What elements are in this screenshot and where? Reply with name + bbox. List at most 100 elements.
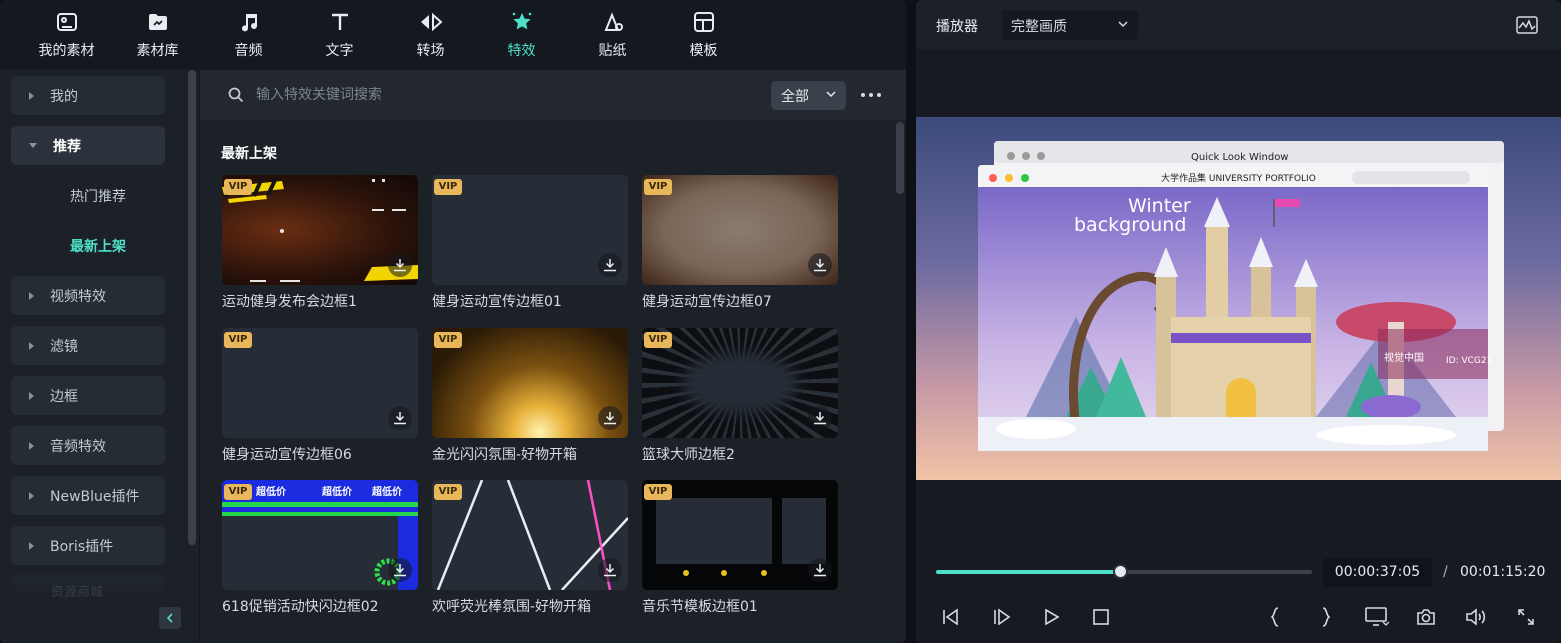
stop-button[interactable] xyxy=(1089,605,1113,629)
effect-name: 健身运动宣传边框01 xyxy=(432,294,562,310)
volume-button[interactable] xyxy=(1464,605,1488,629)
more-options-button[interactable] xyxy=(858,87,884,103)
sidebar-item-boris[interactable]: Boris插件 xyxy=(11,526,165,565)
play-button[interactable] xyxy=(1040,605,1064,629)
effect-card[interactable]: VIP 欢呼荧光棒氛围-好物开箱 xyxy=(432,480,628,616)
download-button[interactable] xyxy=(598,406,622,430)
download-button[interactable] xyxy=(388,253,412,277)
sidebar-scrollbar[interactable] xyxy=(188,70,196,545)
effect-thumbnail: VIP xyxy=(642,480,838,590)
collapse-sidebar-button[interactable] xyxy=(159,607,181,629)
tab-text[interactable]: 文字 xyxy=(294,0,385,70)
effect-card[interactable]: VIP 音乐节模板边框01 xyxy=(642,480,838,616)
tab-template[interactable]: 模板 xyxy=(658,0,749,70)
vip-badge: VIP xyxy=(224,332,252,348)
waveform-monitor-icon[interactable] xyxy=(1516,15,1538,35)
sidebar-item-video-effects[interactable]: 视频特效 xyxy=(11,276,165,315)
effect-card[interactable]: VIP 篮球大师边框2 xyxy=(642,328,838,464)
vip-badge: VIP xyxy=(644,332,672,348)
tab-library[interactable]: 素材库 xyxy=(112,0,203,70)
svg-text:超低价: 超低价 xyxy=(321,485,353,498)
preview-frame: Quick Look Window 大学作品集 UNIVERSITY PORTF… xyxy=(978,141,1504,451)
effect-card[interactable]: VIP 健身运动宣传边框07 xyxy=(642,175,838,311)
download-button[interactable] xyxy=(808,406,832,430)
effects-panel: 我的素材 素材库 音频 文字 转场 特效 贴纸 模板 我的 推荐 热门推荐 最新… xyxy=(0,0,906,643)
download-button[interactable] xyxy=(808,253,832,277)
player-panel: 播放器 完整画质 Quick Look Window 大学作品集 UNIVERS… xyxy=(916,0,1561,643)
tab-effects[interactable]: 特效 xyxy=(476,0,567,70)
download-icon xyxy=(814,412,826,425)
fullscreen-button[interactable] xyxy=(1514,605,1538,629)
svg-text:超低价: 超低价 xyxy=(255,485,287,498)
download-button[interactable] xyxy=(598,253,622,277)
tab-sticker[interactable]: 贴纸 xyxy=(567,0,658,70)
filter-value: 全部 xyxy=(781,88,809,105)
sidebar-item-recommended[interactable]: 推荐 xyxy=(11,126,165,165)
download-button[interactable] xyxy=(388,406,412,430)
next-frame-button[interactable] xyxy=(990,605,1014,629)
prev-frame-button[interactable] xyxy=(938,605,962,629)
vip-badge: VIP xyxy=(224,179,252,195)
library-icon xyxy=(148,14,167,30)
dot-icon xyxy=(869,93,873,97)
search-icon xyxy=(228,87,244,103)
filter-dropdown[interactable]: 全部 xyxy=(771,81,846,110)
top-nav: 我的素材 素材库 音频 文字 转场 特效 贴纸 模板 xyxy=(0,0,906,70)
sidebar-subitem-newest[interactable]: 最新上架 xyxy=(70,236,126,256)
effect-card[interactable]: VIP 运动健身发布会边框1 xyxy=(222,175,418,311)
download-icon xyxy=(394,412,406,425)
effect-card[interactable]: VIP 健身运动宣传边框06 xyxy=(222,328,418,464)
effect-card[interactable]: VIP 金光闪闪氛围-好物开箱 xyxy=(432,328,628,464)
sidebar-item-label: 我的 xyxy=(50,88,78,105)
chevron-down-icon xyxy=(826,91,836,98)
search-input[interactable] xyxy=(256,83,756,107)
download-icon xyxy=(394,259,406,272)
tab-transition[interactable]: 转场 xyxy=(385,0,476,70)
current-time[interactable]: 00:00:37:05 xyxy=(1323,558,1432,587)
sidebar-item-label: 滤镜 xyxy=(50,338,78,355)
content-scrollbar[interactable] xyxy=(896,122,904,194)
snapshot-button[interactable] xyxy=(1414,605,1438,629)
quality-dropdown[interactable]: 完整画质 xyxy=(1002,10,1138,40)
vip-badge: VIP xyxy=(434,332,462,348)
effect-thumbnail: VIP xyxy=(642,175,838,285)
sidebar-item-filters[interactable]: 滤镜 xyxy=(11,326,165,365)
monitor-icon xyxy=(1365,607,1389,626)
effect-name: 运动健身发布会边框1 xyxy=(222,294,357,310)
sidebar-subitem-hot[interactable]: 热门推荐 xyxy=(70,186,126,206)
timeline-scrubber[interactable] xyxy=(936,564,1312,579)
effect-thumbnail: 超低价 超低价 超低价 VIP xyxy=(222,480,418,590)
camera-icon xyxy=(1417,609,1435,625)
mark-in-button[interactable] xyxy=(1263,605,1287,629)
video-preview[interactable]: Quick Look Window 大学作品集 UNIVERSITY PORTF… xyxy=(916,117,1561,480)
section-title: 最新上架 xyxy=(221,146,277,162)
scrubber-handle[interactable] xyxy=(1113,564,1129,579)
expand-arrow-icon xyxy=(29,91,34,100)
download-button[interactable] xyxy=(388,558,412,582)
effect-card[interactable]: 超低价 超低价 超低价 VIP 618促销活动快闪边框02 xyxy=(222,480,418,616)
mark-out-button[interactable] xyxy=(1314,605,1338,629)
sidebar-item-borders[interactable]: 边框 xyxy=(11,376,165,415)
expand-arrow-icon xyxy=(29,441,34,450)
sidebar-item-label: Boris插件 xyxy=(50,538,114,555)
player-title: 播放器 xyxy=(936,19,978,35)
sidebar-item-label: NewBlue插件 xyxy=(50,488,140,505)
download-icon xyxy=(814,259,826,272)
tab-audio[interactable]: 音频 xyxy=(203,0,294,70)
total-time: 00:01:15:20 xyxy=(1460,564,1546,580)
effect-name: 欢呼荧光棒氛围-好物开箱 xyxy=(432,599,592,615)
download-button[interactable] xyxy=(808,558,832,582)
sidebar-item-faded[interactable]: 资源商城 xyxy=(11,575,165,600)
sidebar-item-mine[interactable]: 我的 xyxy=(11,76,165,115)
tab-my-media[interactable]: 我的素材 xyxy=(21,0,112,70)
download-button[interactable] xyxy=(598,558,622,582)
sidebar-item-label: 视频特效 xyxy=(50,288,106,305)
sidebar-item-audio-effects[interactable]: 音频特效 xyxy=(11,426,165,465)
vignette-center xyxy=(682,353,798,413)
effect-thumbnail: VIP xyxy=(432,480,628,590)
effect-card[interactable]: VIP 健身运动宣传边框01 xyxy=(432,175,628,311)
display-settings-button[interactable] xyxy=(1364,605,1390,629)
chevron-left-icon xyxy=(166,613,173,623)
sidebar-item-newblue[interactable]: NewBlue插件 xyxy=(11,476,165,515)
template-icon xyxy=(693,12,714,32)
